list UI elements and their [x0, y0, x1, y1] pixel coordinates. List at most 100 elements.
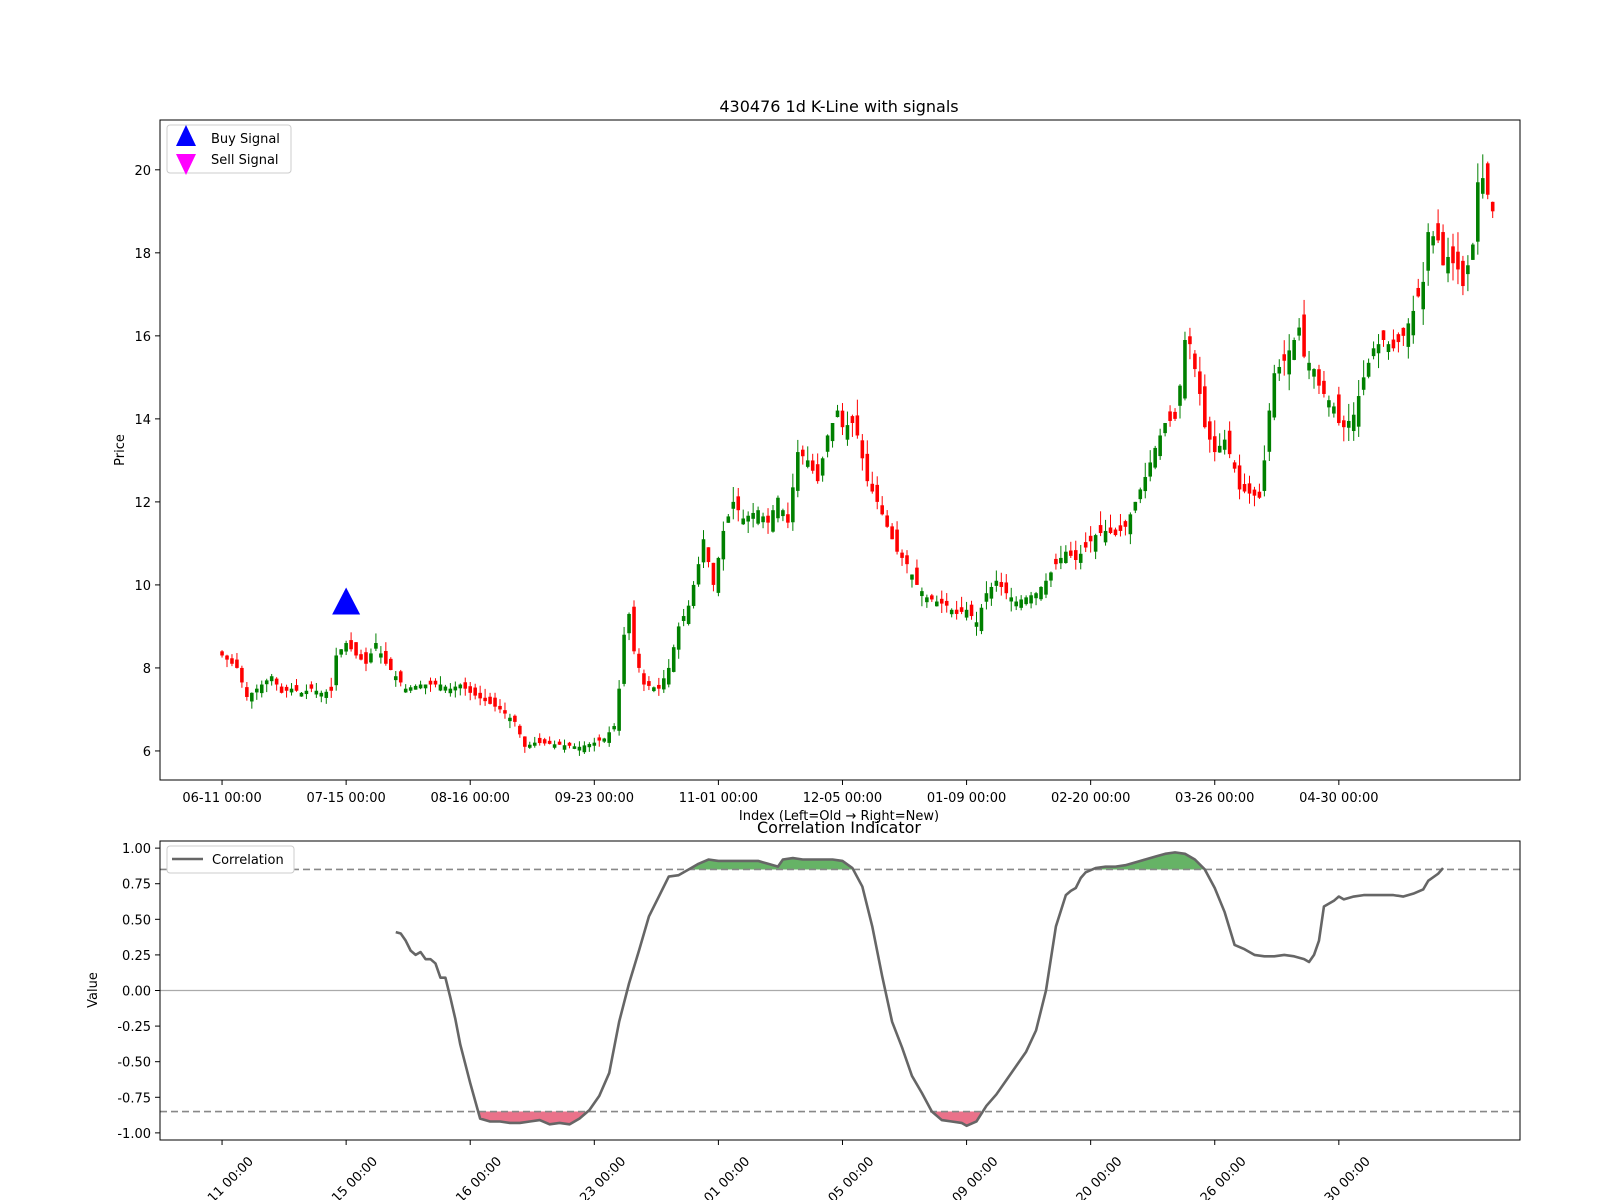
candle-body: [1198, 371, 1202, 394]
candle-body: [1242, 484, 1247, 492]
candle-body: [602, 738, 607, 742]
candle-body: [726, 516, 731, 523]
candle-body: [870, 483, 875, 492]
candle-body: [369, 653, 373, 663]
candle-body: [393, 676, 398, 681]
candle-body: [1342, 420, 1346, 428]
candle-body: [389, 658, 393, 670]
candle-body: [1262, 460, 1267, 491]
correlation-y-axis-label: Value: [86, 972, 101, 1008]
candle-body: [617, 688, 621, 731]
candle-body: [259, 684, 264, 694]
candle-body: [1237, 465, 1242, 490]
candle-body: [433, 680, 438, 685]
candle-body: [1049, 572, 1053, 581]
candle-body: [537, 737, 542, 744]
candle-body: [647, 681, 651, 686]
candle-body: [567, 742, 572, 746]
candle-body: [587, 744, 592, 748]
candle-body: [1088, 535, 1093, 542]
candle-body: [1267, 410, 1272, 452]
candle-body: [408, 687, 413, 691]
candle-body: [294, 685, 299, 691]
candle-body: [984, 593, 989, 602]
candle-body: [1302, 314, 1306, 357]
correlation-y-tick-label: 0.25: [122, 949, 151, 964]
candle-body: [800, 449, 805, 457]
correlation-legend: Correlation: [166, 845, 295, 874]
candle-body: [1078, 553, 1083, 563]
correlation-y-tick-label: 1.00: [122, 842, 151, 857]
kline-x-tick-label: 01-09 00:00: [927, 791, 1006, 806]
candle-body: [691, 584, 696, 606]
candle-body: [776, 497, 780, 519]
candle-body: [582, 745, 587, 753]
candle-body: [805, 460, 810, 467]
candle-body: [999, 582, 1004, 587]
kline-x-tick-label: 06-11 00:00: [182, 791, 261, 806]
candle-body: [324, 691, 329, 698]
candle-body: [756, 510, 760, 524]
candle-body: [458, 684, 463, 689]
candle-body: [1073, 550, 1078, 560]
candle-body: [329, 686, 334, 691]
candle-body: [1188, 336, 1192, 345]
candle-body: [820, 458, 825, 476]
candle-body: [1143, 476, 1148, 492]
candle-body: [498, 705, 502, 710]
candle-body: [438, 684, 443, 691]
kline-chart-title: 430476 1d K-Line with signals: [719, 97, 958, 116]
candle-body: [379, 653, 383, 658]
candle-body: [1153, 447, 1157, 468]
candle-body: [448, 688, 453, 694]
candle-body: [662, 678, 666, 690]
candle-body: [225, 655, 229, 660]
candle-body: [781, 510, 785, 517]
candle-body: [964, 609, 969, 618]
candle-body: [508, 717, 512, 722]
candle-body: [374, 643, 378, 649]
candle-body: [1292, 340, 1296, 360]
candle-body: [860, 440, 865, 459]
candle-body: [274, 678, 279, 685]
candle-body: [1019, 599, 1023, 608]
candle-body: [1103, 530, 1108, 543]
figure: 430476 1d K-Line with signals 6 8 10 12 14 16…: [0, 0, 1600, 1200]
candle-body: [493, 697, 497, 707]
candle-body: [413, 685, 418, 690]
candle-body: [935, 601, 939, 607]
candle-body: [920, 591, 924, 597]
candle-body: [1207, 421, 1212, 440]
candle-body: [1282, 354, 1287, 361]
candle-body: [761, 516, 765, 523]
candle-body: [607, 732, 611, 743]
kline-y-tick-label: 20: [134, 164, 151, 179]
candle-body: [398, 671, 403, 683]
candle-body: [1366, 362, 1371, 377]
candle-body: [716, 557, 721, 593]
candle-body: [1416, 287, 1421, 297]
candle-body: [592, 742, 597, 746]
candle-body: [1123, 521, 1128, 527]
candle-body: [1069, 550, 1073, 556]
candle-body: [1227, 430, 1232, 455]
candle-body: [1322, 380, 1326, 394]
candle-body: [632, 606, 636, 652]
candle-body: [1401, 327, 1406, 336]
candle-body: [1337, 394, 1341, 424]
correlation-y-tick-label: 0.50: [122, 913, 151, 928]
candle-body: [235, 659, 239, 668]
correlation-y-tick-label: 0.00: [122, 985, 151, 1000]
candle-body: [1128, 514, 1133, 535]
candle-body: [622, 634, 626, 684]
kline-x-tick-label: 04-30 00:00: [1299, 791, 1378, 806]
candle-body: [1212, 436, 1217, 453]
candle-body: [840, 410, 845, 428]
candle-body: [314, 690, 319, 695]
candle-body: [944, 600, 949, 606]
kline-x-tick-label: 12-05 00:00: [803, 791, 882, 806]
candle-body: [1371, 348, 1376, 357]
correlation-y-tick-label: -1.00: [117, 1127, 151, 1142]
candle-body: [1456, 251, 1460, 270]
candle-body: [354, 642, 358, 656]
